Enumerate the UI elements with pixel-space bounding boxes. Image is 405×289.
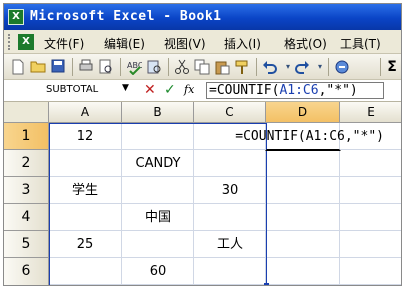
column-header-a[interactable]: A: [49, 102, 122, 123]
autosum-icon[interactable]: Σ: [384, 59, 400, 75]
toolbar-separator: [168, 58, 169, 76]
spellcheck-icon[interactable]: ABC: [126, 59, 144, 76]
cell-a1[interactable]: 12: [49, 123, 121, 150]
menu-format[interactable]: 格式(O): [284, 35, 327, 52]
menu-bar: X 文件(F) 编辑(E) 视图(V) 插入(I) 格式(O) 工具(T): [4, 30, 401, 54]
menu-view[interactable]: 视图(V): [164, 35, 206, 52]
row-header-2[interactable]: 2: [4, 150, 49, 177]
menu-insert[interactable]: 插入(I): [224, 35, 261, 52]
menu-file[interactable]: 文件(F): [44, 35, 84, 52]
toolbar-separator: [328, 58, 329, 76]
document-icon[interactable]: X: [18, 34, 34, 50]
open-icon[interactable]: [30, 59, 46, 75]
cut-icon[interactable]: [174, 59, 190, 75]
menu-grip-handle[interactable]: [8, 34, 12, 50]
redo-dropdown-icon[interactable]: ▾: [312, 59, 328, 75]
row-header-3[interactable]: 3: [4, 177, 49, 204]
column-header-e[interactable]: E: [340, 102, 401, 123]
cell-a5[interactable]: 25: [49, 231, 121, 258]
redo-icon[interactable]: [294, 59, 310, 75]
undo-icon[interactable]: [262, 59, 278, 75]
column-header-c[interactable]: C: [194, 102, 266, 123]
gridline: [49, 284, 401, 285]
title-bar[interactable]: X Microsoft Excel - Book1: [4, 4, 401, 30]
formula-range-ref: A1:C6: [279, 83, 319, 98]
column-header-b[interactable]: B: [122, 102, 194, 123]
cell-c3[interactable]: 30: [194, 177, 266, 204]
excel-window: X Microsoft Excel - Book1 X 文件(F) 编辑(E) …: [3, 3, 402, 286]
enter-edit-icon[interactable]: ✓: [164, 82, 176, 98]
formula-suffix: ,"*"): [318, 83, 358, 98]
formula-bar: SUBTOTAL ▼ ✕ ✓ fx =COUNTIF(A1:C6,"*"): [4, 80, 401, 102]
menu-tools[interactable]: 工具(T): [340, 35, 381, 52]
standard-toolbar: ABC ▾ ▾ Σ: [4, 54, 401, 80]
print-icon[interactable]: [78, 59, 94, 75]
cell-d1-formula-overflow[interactable]: =COUNTIF(A1:C6,"*"): [194, 123, 401, 150]
toolbar-separator: [380, 58, 381, 76]
column-header-d[interactable]: D: [266, 102, 340, 123]
paste-icon[interactable]: [214, 59, 230, 75]
formula-input[interactable]: =COUNTIF(A1:C6,"*"): [206, 82, 384, 99]
save-icon[interactable]: [50, 59, 66, 75]
cell-c5[interactable]: 工人: [194, 231, 266, 258]
worksheet-grid: A B C D E 1 2 3 4 5 6 12 =COUNTIF(A1:C6,…: [4, 102, 401, 285]
hyperlink-icon[interactable]: [334, 59, 350, 75]
menu-edit[interactable]: 编辑(E): [104, 35, 145, 52]
row-header-6[interactable]: 6: [4, 258, 49, 285]
copy-icon[interactable]: [194, 59, 210, 75]
toolbar-separator: [120, 58, 121, 76]
window-title: Microsoft Excel - Book1: [30, 9, 222, 24]
print-preview-icon[interactable]: [98, 59, 114, 75]
toolbar-separator: [256, 58, 257, 76]
name-box-value: SUBTOTAL: [46, 84, 99, 95]
cancel-edit-icon[interactable]: ✕: [144, 82, 156, 98]
row-header-5[interactable]: 5: [4, 231, 49, 258]
range-resize-handle[interactable]: [264, 283, 269, 285]
toolbar-separator: [72, 58, 73, 76]
select-all-corner[interactable]: [4, 102, 49, 123]
row-header-4[interactable]: 4: [4, 204, 49, 231]
chevron-down-icon[interactable]: ▼: [122, 83, 129, 93]
formula-prefix: =COUNTIF(: [209, 83, 280, 98]
row-header-1[interactable]: 1: [4, 123, 49, 150]
new-icon[interactable]: [10, 59, 26, 75]
cell-b6[interactable]: 60: [122, 258, 194, 285]
insert-function-icon[interactable]: fx: [184, 83, 194, 96]
cell-b2[interactable]: CANDY: [122, 150, 194, 177]
name-box[interactable]: SUBTOTAL ▼: [6, 82, 134, 99]
cell-a3[interactable]: 学生: [49, 177, 121, 204]
excel-app-icon: X: [8, 9, 24, 25]
research-icon[interactable]: [146, 59, 162, 75]
format-painter-icon[interactable]: [234, 59, 250, 75]
cell-b4[interactable]: 中国: [122, 204, 194, 231]
